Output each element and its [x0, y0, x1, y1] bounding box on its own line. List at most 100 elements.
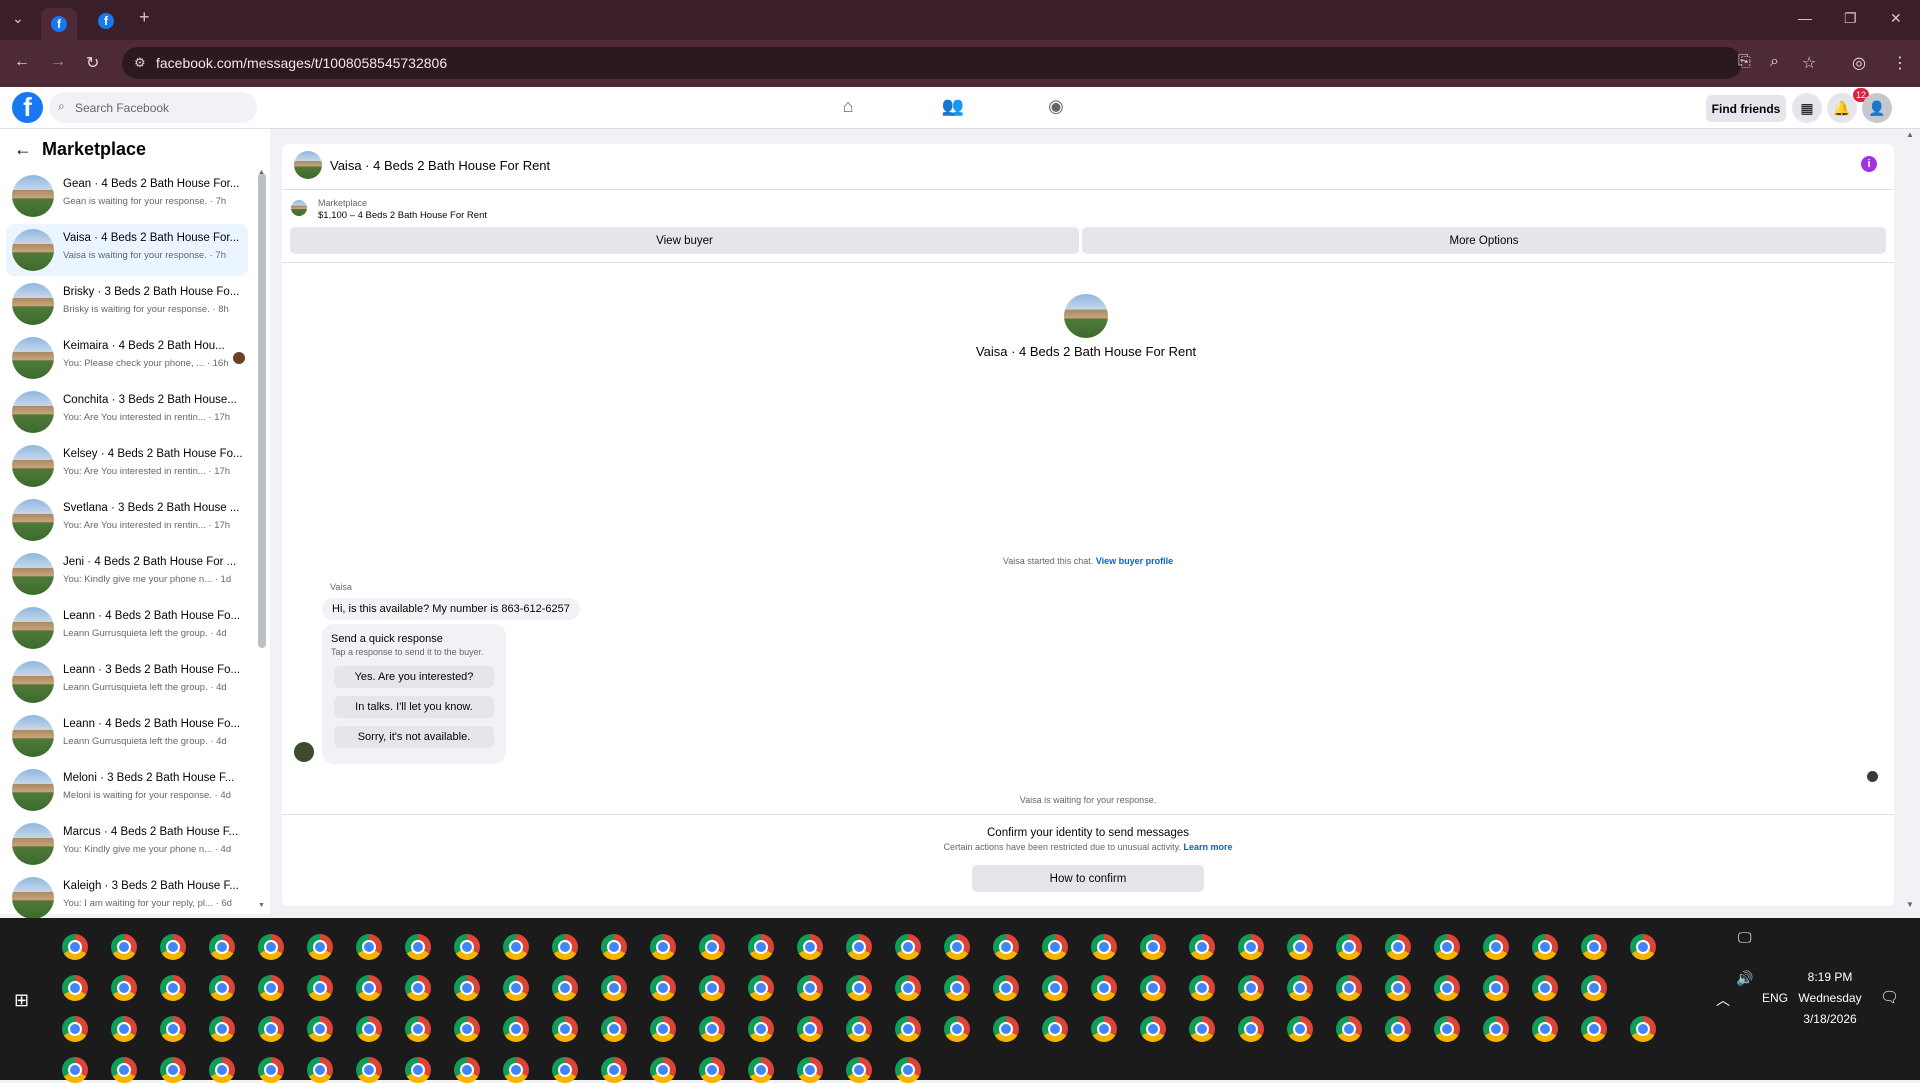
chrome-app-icon[interactable]	[748, 1016, 774, 1042]
chrome-app-icon[interactable]	[1581, 975, 1607, 1001]
minimize-window-icon[interactable]: —	[1798, 10, 1812, 26]
chrome-app-icon[interactable]	[111, 975, 137, 1001]
quick-reply-unavailable-button[interactable]: Sorry, it's not available.	[334, 726, 494, 748]
chrome-app-icon[interactable]	[307, 934, 333, 960]
avatar-icon[interactable]: 👤	[1862, 93, 1892, 123]
chrome-app-icon[interactable]	[1336, 975, 1362, 1001]
quick-reply-talks-button[interactable]: In talks. I'll let you know.	[334, 696, 494, 718]
chrome-app-icon[interactable]	[1140, 1016, 1166, 1042]
chrome-app-icon[interactable]	[1238, 975, 1264, 1001]
quick-reply-yes-button[interactable]: Yes. Are you interested?	[334, 666, 494, 688]
conversation-item[interactable]: Brisky · 3 Beds 2 Bath House Fo... Brisky…	[6, 278, 248, 330]
sender-avatar[interactable]	[294, 742, 314, 762]
chrome-app-icon[interactable]	[895, 1016, 921, 1042]
scroll-up-icon[interactable]: ▲	[1906, 130, 1914, 139]
chrome-app-icon[interactable]	[895, 1057, 921, 1083]
notification-center-icon[interactable]: 🗨	[1880, 988, 1899, 1006]
how-to-confirm-button[interactable]: How to confirm	[972, 865, 1204, 892]
conversation-item[interactable]: Leann · 4 Beds 2 Bath House Fo... Leann G…	[6, 710, 248, 762]
chrome-app-icon[interactable]	[1581, 934, 1607, 960]
tab-search-dropdown-icon[interactable]: ⌄	[12, 10, 24, 27]
clock-day[interactable]: Wednesday	[1790, 991, 1870, 1005]
close-window-icon[interactable]: ✕	[1890, 10, 1902, 27]
chrome-app-icon[interactable]	[846, 1016, 872, 1042]
chrome-app-icon[interactable]	[1385, 975, 1411, 1001]
home-icon[interactable]: ⌂	[836, 96, 860, 120]
scroll-up-icon[interactable]: ▲	[258, 169, 265, 176]
chrome-app-icon[interactable]	[454, 1016, 480, 1042]
chrome-app-icon[interactable]	[111, 934, 137, 960]
view-buyer-profile-link[interactable]: View buyer profile	[1096, 556, 1173, 566]
chrome-app-icon[interactable]	[552, 934, 578, 960]
chrome-app-icon[interactable]	[405, 975, 431, 1001]
back-arrow-icon[interactable]: ←	[14, 139, 32, 160]
chrome-app-icon[interactable]	[650, 1057, 676, 1083]
chrome-app-icon[interactable]	[111, 1016, 137, 1042]
chrome-app-icon[interactable]	[258, 934, 284, 960]
browser-tab[interactable]: f	[88, 8, 124, 34]
thread-title[interactable]: Vaisa · 4 Beds 2 Bath House For Rent	[330, 158, 550, 173]
conversation-item[interactable]: Marcus · 4 Beds 2 Bath House F... You: Ki…	[6, 818, 248, 870]
chrome-app-icon[interactable]	[258, 1057, 284, 1083]
conversation-item[interactable]: Gean · 4 Beds 2 Bath House For... Gean is…	[6, 170, 248, 222]
chrome-app-icon[interactable]	[797, 975, 823, 1001]
learn-more-link[interactable]: Learn more	[1183, 842, 1232, 852]
chrome-app-icon[interactable]	[797, 1016, 823, 1042]
reload-icon[interactable]: ↻	[86, 53, 99, 73]
chrome-app-icon[interactable]	[258, 1016, 284, 1042]
more-options-button[interactable]: More Options	[1082, 227, 1886, 254]
chrome-app-icon[interactable]	[209, 1057, 235, 1083]
chrome-app-icon[interactable]	[503, 934, 529, 960]
chrome-app-icon[interactable]	[699, 1016, 725, 1042]
chrome-app-icon[interactable]	[356, 1057, 382, 1083]
new-tab-button[interactable]: +	[139, 7, 150, 28]
chrome-app-icon[interactable]	[160, 934, 186, 960]
site-settings-icon[interactable]: ⚙	[134, 55, 146, 71]
clock-time[interactable]: 8:19 PM	[1800, 970, 1860, 984]
chrome-app-icon[interactable]	[601, 934, 627, 960]
chrome-app-icon[interactable]	[454, 934, 480, 960]
chrome-app-icon[interactable]	[650, 975, 676, 1001]
chrome-app-icon[interactable]	[650, 1016, 676, 1042]
chrome-app-icon[interactable]	[209, 975, 235, 1001]
chrome-app-icon[interactable]	[1483, 1016, 1509, 1042]
chrome-app-icon[interactable]	[1630, 1016, 1656, 1042]
clock-date[interactable]: 3/18/2026	[1790, 1012, 1870, 1026]
chrome-app-icon[interactable]	[454, 975, 480, 1001]
chrome-app-icon[interactable]	[1238, 1016, 1264, 1042]
conversation-item[interactable]: Keimaira · 4 Beds 2 Bath Hou... You: Plea…	[6, 332, 248, 384]
desktop-icon[interactable]: 🖵	[1738, 929, 1752, 946]
chrome-app-icon[interactable]	[62, 1057, 88, 1083]
chrome-app-icon[interactable]	[650, 934, 676, 960]
listing-avatar[interactable]	[294, 151, 322, 179]
chrome-app-icon[interactable]	[1189, 934, 1215, 960]
chrome-app-icon[interactable]	[1189, 1016, 1215, 1042]
listing-price[interactable]: $1,100 – 4 Beds 2 Bath House For Rent	[318, 210, 487, 221]
chrome-app-icon[interactable]	[1042, 934, 1068, 960]
chrome-app-icon[interactable]	[62, 934, 88, 960]
chrome-app-icon[interactable]	[307, 1057, 333, 1083]
conversation-item[interactable]: Leann · 3 Beds 2 Bath House Fo... Leann G…	[6, 656, 248, 708]
grid-menu-icon[interactable]: ▦	[1792, 93, 1822, 123]
chrome-app-icon[interactable]	[454, 1057, 480, 1083]
chrome-app-icon[interactable]	[160, 1016, 186, 1042]
chrome-app-icon[interactable]	[356, 934, 382, 960]
chrome-app-icon[interactable]	[846, 1057, 872, 1083]
chrome-app-icon[interactable]	[993, 1016, 1019, 1042]
conversation-item[interactable]: Jeni · 4 Beds 2 Bath House For ... You: K…	[6, 548, 248, 600]
chrome-app-icon[interactable]	[1581, 1016, 1607, 1042]
chrome-app-icon[interactable]	[258, 975, 284, 1001]
chrome-app-icon[interactable]	[160, 1057, 186, 1083]
chrome-app-icon[interactable]	[601, 1057, 627, 1083]
chrome-app-icon[interactable]	[307, 1016, 333, 1042]
chrome-app-icon[interactable]	[895, 975, 921, 1001]
chrome-app-icon[interactable]	[1287, 1016, 1313, 1042]
scroll-down-icon[interactable]: ▼	[258, 902, 265, 909]
chrome-app-icon[interactable]	[552, 975, 578, 1001]
chrome-app-icon[interactable]	[699, 975, 725, 1001]
chrome-app-icon[interactable]	[895, 934, 921, 960]
browser-tab-active[interactable]: f	[41, 8, 77, 40]
chrome-app-icon[interactable]	[405, 1016, 431, 1042]
chrome-app-icon[interactable]	[601, 975, 627, 1001]
chrome-app-icon[interactable]	[1630, 934, 1656, 960]
